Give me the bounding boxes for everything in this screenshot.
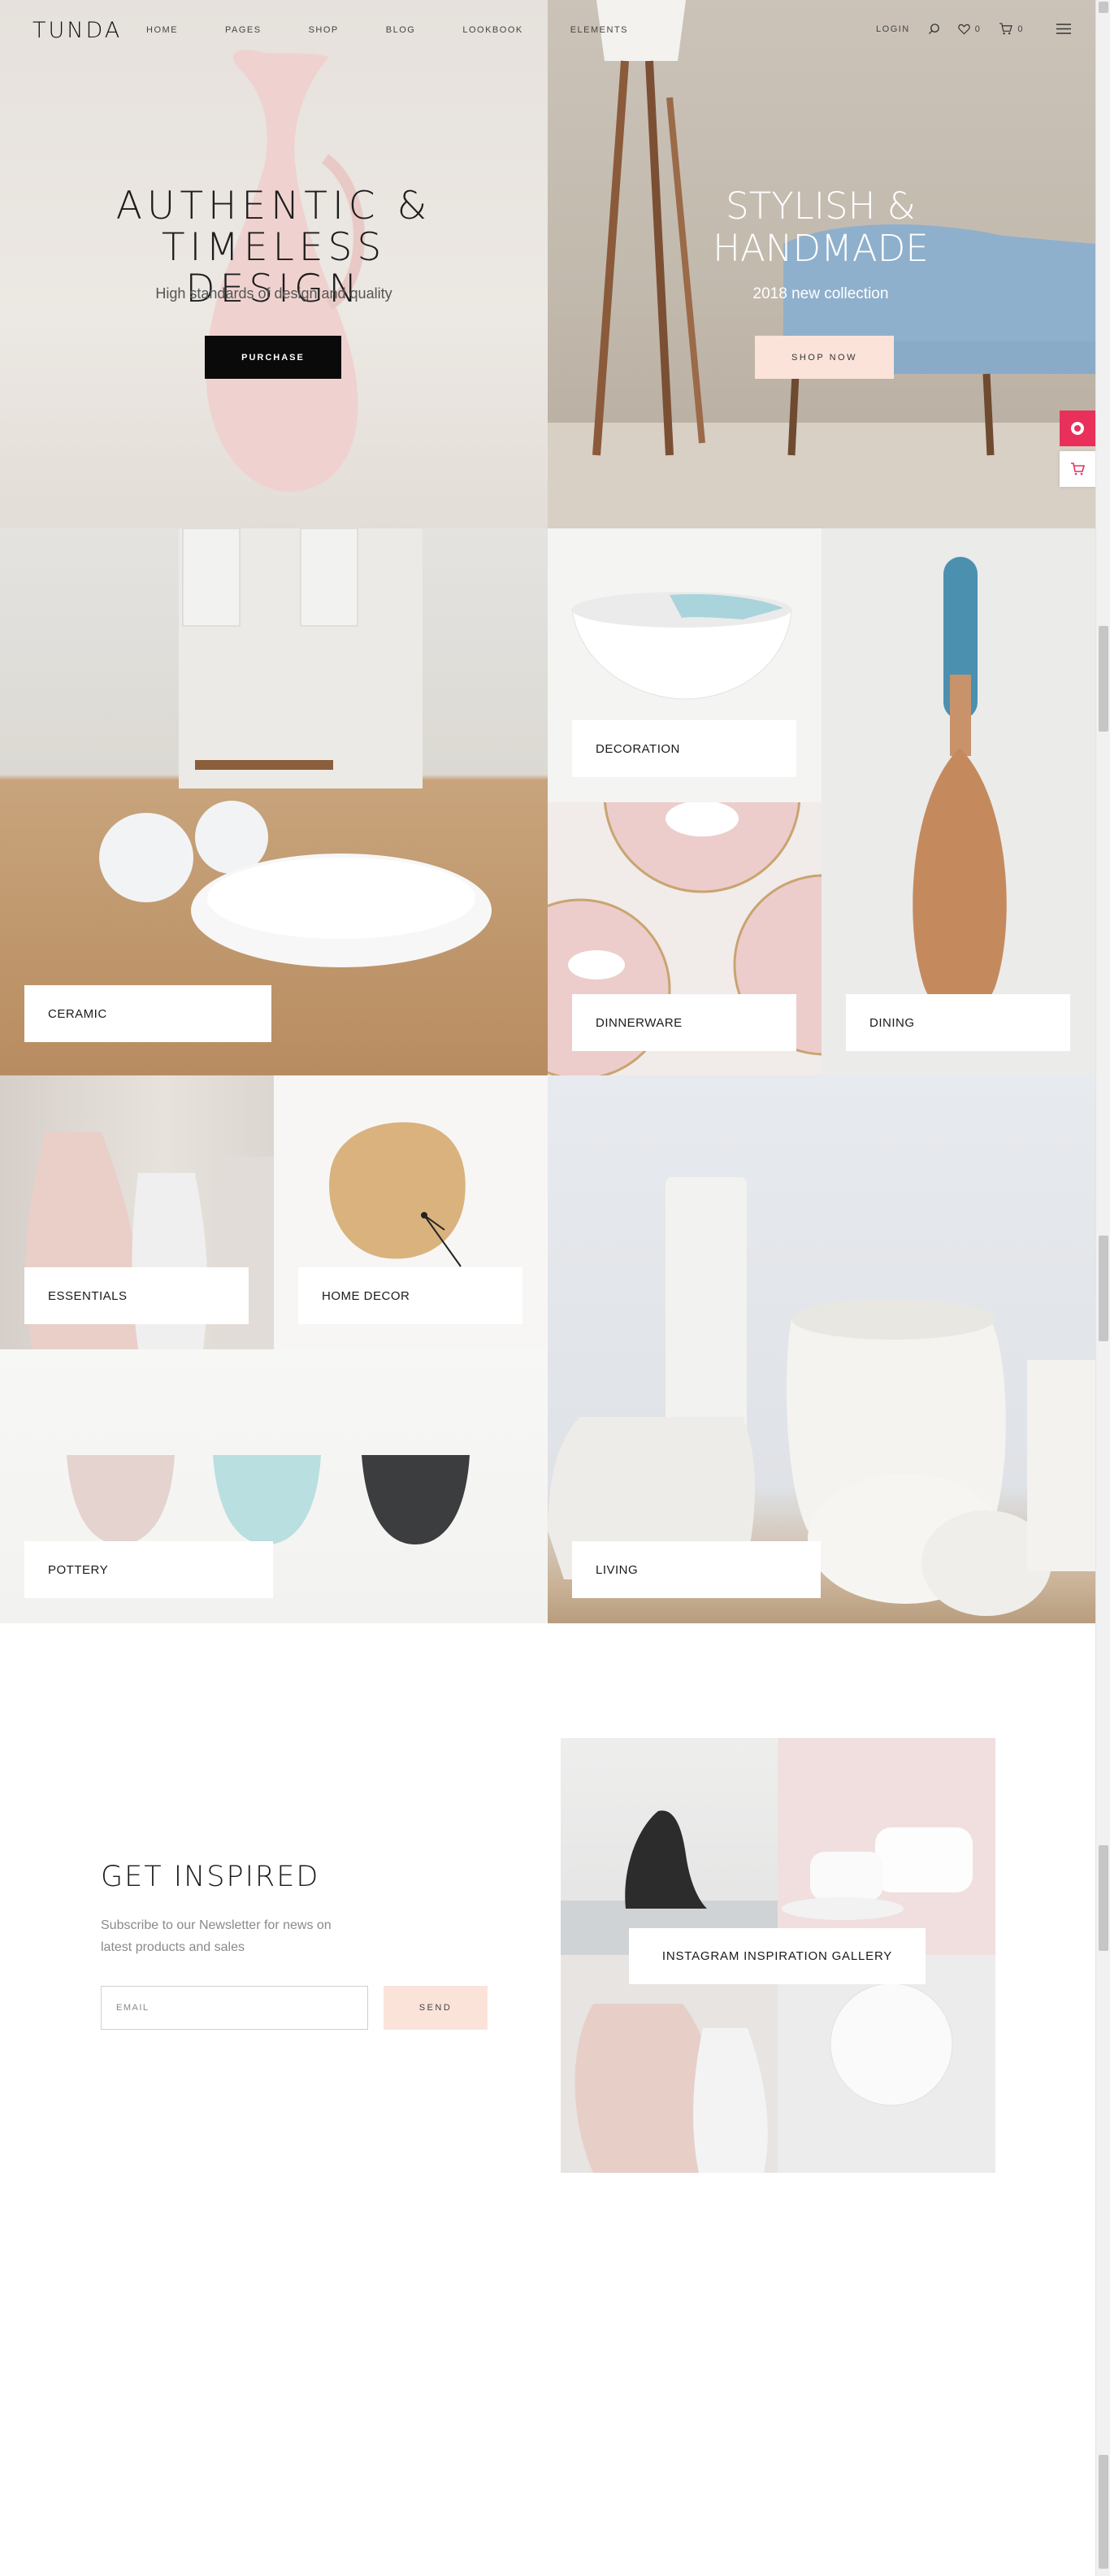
hero-left-subtitle: High standards of design and quality	[155, 285, 392, 302]
scrollbar-thumb-region[interactable]	[1099, 1236, 1108, 1341]
hero-right-panel: STYLISH & HANDMADE 2018 new collection S…	[548, 0, 1095, 528]
side-cart-button[interactable]	[1060, 451, 1095, 487]
wishlist-button[interactable]: 0	[958, 24, 982, 35]
category-living-tile[interactable]: LIVING	[548, 1075, 1095, 1623]
nav-lookbook[interactable]: LOOKBOOK	[462, 25, 522, 35]
nav-elements[interactable]: ELEMENTS	[570, 25, 628, 35]
category-ceramic-tile[interactable]: CERAMIC	[0, 528, 548, 1075]
nav-home[interactable]: HOME	[146, 25, 178, 35]
side-settings-button[interactable]	[1060, 411, 1095, 446]
category-pottery-tile[interactable]: POTTERY	[0, 1349, 548, 1623]
cart-button[interactable]: 0	[999, 23, 1024, 35]
nav-shop[interactable]: SHOP	[309, 25, 339, 35]
category-dinnerware-tile[interactable]: DINNERWARE	[548, 802, 822, 1075]
cart-icon	[1071, 463, 1085, 476]
purchase-button[interactable]: PURCHASE	[205, 336, 341, 379]
instagram-photo-apple[interactable]	[778, 1955, 995, 2173]
category-essentials-label: ESSENTIALS	[24, 1267, 249, 1324]
hamburger-icon	[1056, 24, 1071, 34]
shop-now-button[interactable]: SHOP NOW	[755, 336, 894, 379]
main-navigation: HOME PAGES SHOP BLOG LOOKBOOK ELEMENTS	[146, 25, 675, 35]
vases-photo-image	[575, 2004, 768, 2173]
category-dining-label: DINING	[846, 994, 1070, 1051]
nav-blog[interactable]: BLOG	[386, 25, 416, 35]
category-decoration-label: DECORATION	[572, 720, 796, 777]
instagram-photo-vases[interactable]	[561, 1955, 778, 2173]
scrollbar-thumb-region[interactable]	[1099, 2, 1108, 13]
category-essentials-tile[interactable]: ESSENTIALS	[0, 1075, 274, 1349]
category-decoration-tile[interactable]: DECORATION	[548, 528, 822, 802]
site-header: TUNDA HOME PAGES SHOP BLOG LOOKBOOK ELEM…	[0, 0, 1095, 62]
send-button[interactable]: SEND	[384, 1986, 488, 2030]
instagram-photo-teaset[interactable]	[778, 1738, 995, 1955]
scrollbar-thumb[interactable]	[1099, 2455, 1108, 2569]
scrollbar-thumb-region[interactable]	[1099, 1845, 1108, 1951]
hero-right-subtitle: 2018 new collection	[752, 285, 889, 302]
instagram-photo-rock[interactable]	[561, 1738, 778, 1955]
newsletter-description: Subscribe to our Newsletter for news on …	[101, 1918, 332, 1954]
instagram-gallery-label[interactable]: INSTAGRAM INSPIRATION GALLERY	[629, 1928, 926, 1984]
nav-pages[interactable]: PAGES	[225, 25, 262, 35]
category-home-decor-tile[interactable]: HOME DECOR	[274, 1075, 548, 1349]
apple-image	[830, 1966, 953, 2106]
site-logo[interactable]: TUNDA	[33, 18, 122, 43]
heart-icon	[958, 24, 970, 34]
hero-slider: AUTHENTIC & TIMELESS DESIGN High standar…	[0, 0, 1095, 528]
category-home-decor-label: HOME DECOR	[298, 1267, 522, 1324]
tea-set-image	[782, 1827, 973, 1920]
menu-toggle[interactable]	[1056, 24, 1071, 34]
search-icon[interactable]	[928, 23, 940, 35]
page-scrollbar[interactable]	[1095, 0, 1110, 2576]
wishlist-count: 0	[974, 24, 982, 34]
category-pottery-label: POTTERY	[24, 1541, 273, 1598]
settings-icon	[1071, 422, 1084, 435]
cart-icon	[999, 23, 1013, 35]
category-dining-tile[interactable]: DINING	[822, 528, 1095, 1075]
header-tools: LOGIN 0 0	[858, 23, 1071, 35]
category-living-label: LIVING	[572, 1541, 821, 1598]
category-dinnerware-label: DINNERWARE	[572, 994, 796, 1051]
category-ceramic-label: CERAMIC	[24, 985, 271, 1042]
scrollbar-thumb-region[interactable]	[1099, 626, 1108, 732]
cart-count: 0	[1017, 24, 1024, 34]
newsletter-title: GET INSPIRED	[101, 1861, 320, 1893]
hero-left-panel: AUTHENTIC & TIMELESS DESIGN High standar…	[0, 0, 548, 528]
rock-image	[561, 1810, 778, 1955]
hero-right-title: STYLISH & HANDMADE	[713, 185, 929, 270]
email-input[interactable]	[101, 1986, 368, 2030]
login-link[interactable]: LOGIN	[876, 24, 910, 34]
